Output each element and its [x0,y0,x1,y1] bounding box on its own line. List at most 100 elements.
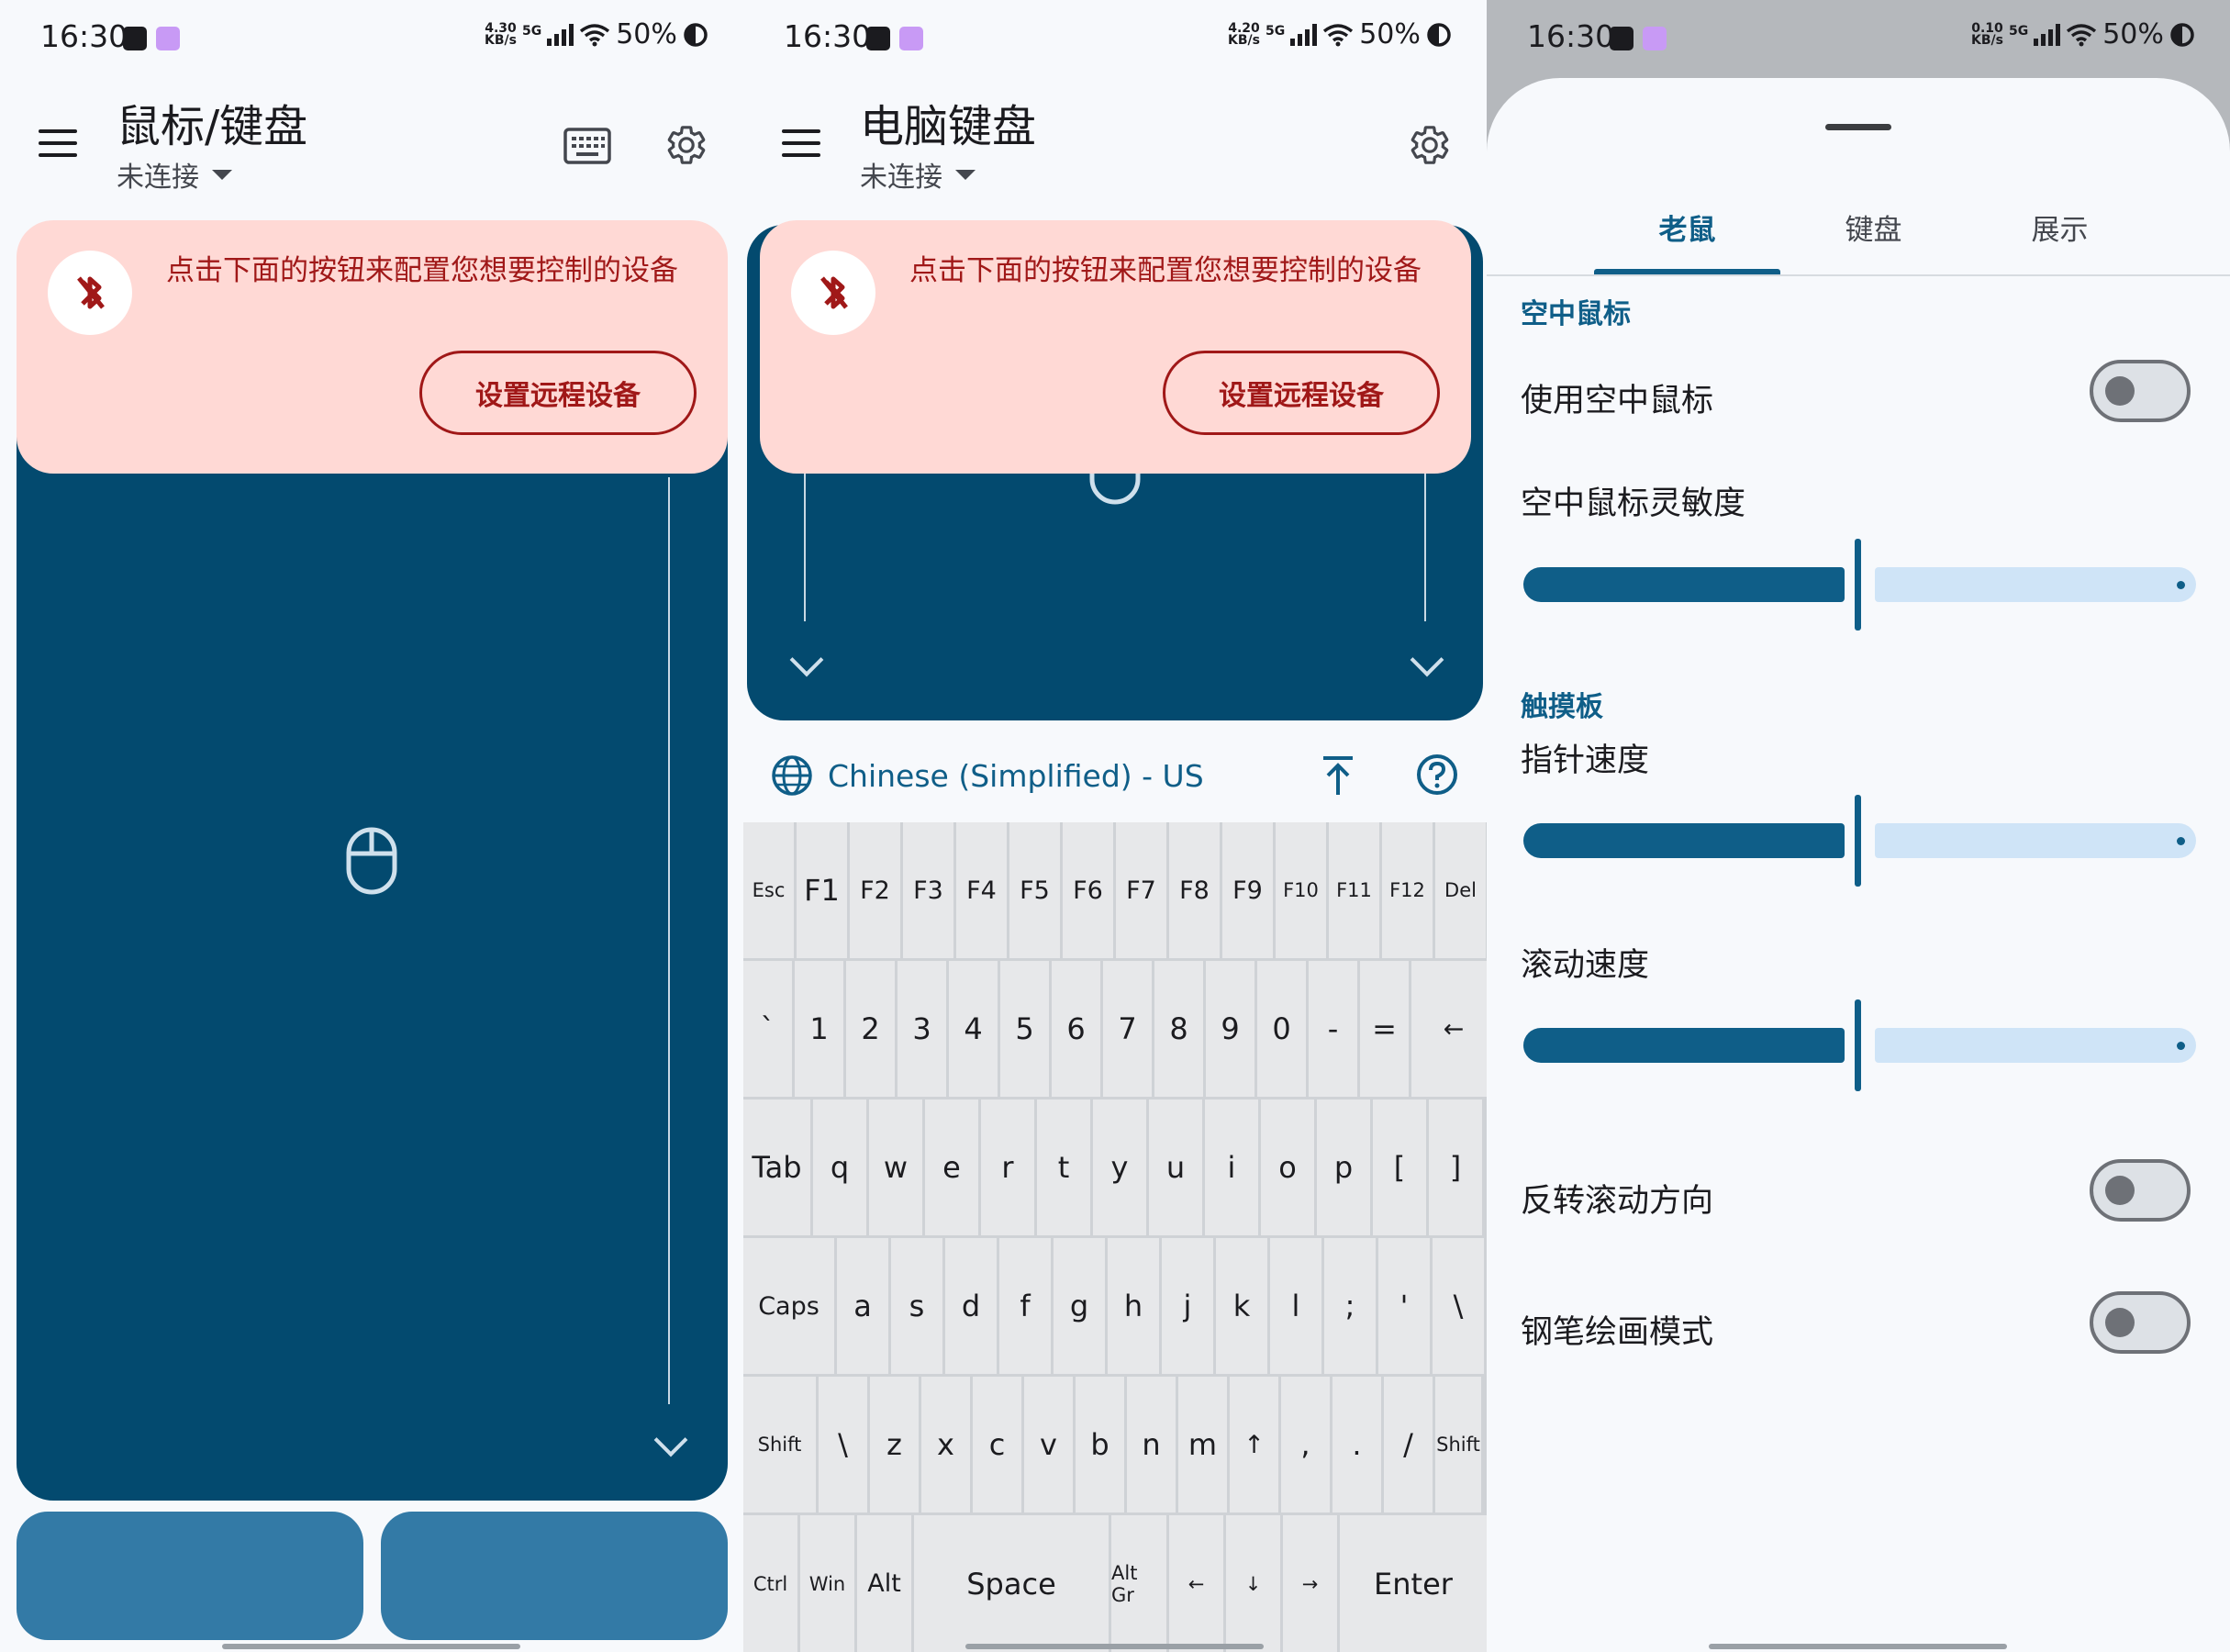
key-d[interactable]: d [945,1238,997,1374]
key-h[interactable]: h [1108,1238,1159,1374]
key-period[interactable]: . [1332,1377,1381,1512]
setup-remote-device-button[interactable]: 设置远程设备 [419,351,697,435]
key-j[interactable]: j [1162,1238,1213,1374]
key-n[interactable]: n [1127,1377,1176,1512]
setup-remote-device-button[interactable]: 设置远程设备 [1163,351,1440,435]
key-right-arrow[interactable]: → [1283,1515,1337,1652]
tab-mouse[interactable]: 老鼠 [1594,206,1780,248]
key-right-bracket[interactable]: ] [1429,1099,1482,1235]
key-minus[interactable]: - [1309,961,1357,1097]
language-selector[interactable]: Chinese (Simplified) - US [771,754,1204,797]
key-slash[interactable]: / [1384,1377,1433,1512]
slider-thumb[interactable] [1855,795,1861,887]
key-enter[interactable]: Enter [1340,1515,1487,1652]
key-backslash[interactable]: \ [1433,1238,1484,1374]
key-9[interactable]: 9 [1206,961,1254,1097]
key-1[interactable]: 1 [795,961,843,1097]
key-l[interactable]: l [1270,1238,1321,1374]
key-f2[interactable]: F2 [850,822,900,958]
key-f4[interactable]: F4 [956,822,1007,958]
key-f3[interactable]: F3 [903,822,953,958]
key-backslash-2[interactable]: \ [819,1377,867,1512]
key-del[interactable]: Del [1435,822,1486,958]
key-3[interactable]: 3 [898,961,946,1097]
key-esc[interactable]: Esc [743,822,794,958]
gear-icon[interactable] [1408,123,1452,167]
key-0[interactable]: 0 [1257,961,1306,1097]
scroll-strip-right[interactable] [1424,473,1426,621]
tab-keyboard[interactable]: 键盘 [1780,206,1967,248]
key-r[interactable]: r [981,1099,1034,1235]
key-f10[interactable]: F10 [1276,822,1326,958]
key-f1[interactable]: F1 [797,822,847,958]
key-8[interactable]: 8 [1154,961,1203,1097]
key-m[interactable]: m [1178,1377,1227,1512]
key-x[interactable]: x [921,1377,970,1512]
key-ctrl[interactable]: Ctrl [743,1515,797,1652]
key-i[interactable]: i [1205,1099,1258,1235]
key-up-arrow[interactable]: ↑ [1230,1377,1278,1512]
key-f7[interactable]: F7 [1116,822,1166,958]
key-win[interactable]: Win [800,1515,854,1652]
left-click-button[interactable] [17,1512,363,1640]
key-4[interactable]: 4 [949,961,998,1097]
key-b[interactable]: b [1076,1377,1124,1512]
upload-icon[interactable] [1320,754,1356,797]
gear-icon[interactable] [664,123,708,167]
scroll-strip-left[interactable] [804,473,806,621]
key-f12[interactable]: F12 [1382,822,1433,958]
key-f9[interactable]: F9 [1222,822,1273,958]
key-w[interactable]: w [869,1099,922,1235]
key-quote[interactable]: ' [1378,1238,1430,1374]
key-alt-gr[interactable]: Alt Gr [1111,1515,1166,1652]
tab-display[interactable]: 展示 [1967,206,2153,248]
key-y[interactable]: y [1093,1099,1146,1235]
key-alt[interactable]: Alt [857,1515,911,1652]
key-q[interactable]: q [813,1099,866,1235]
key-z[interactable]: z [870,1377,919,1512]
key-f[interactable]: f [999,1238,1051,1374]
key-f11[interactable]: F11 [1329,822,1379,958]
key-p[interactable]: p [1317,1099,1370,1235]
key-e[interactable]: e [925,1099,978,1235]
menu-icon[interactable] [782,129,820,157]
key-tab[interactable]: Tab [743,1099,810,1235]
key-a[interactable]: a [837,1238,888,1374]
key-f6[interactable]: F6 [1063,822,1113,958]
key-right-shift[interactable]: Shift [1435,1377,1481,1512]
key-backtick[interactable]: ` [743,961,792,1097]
touchpad[interactable] [17,395,728,1501]
key-6[interactable]: 6 [1052,961,1100,1097]
scroll-strip[interactable] [668,477,670,1404]
pen-mode-toggle[interactable] [2090,1291,2191,1354]
help-icon[interactable] [1415,753,1459,797]
slider-thumb[interactable] [1855,999,1861,1091]
connection-dropdown[interactable]: 未连接 [860,154,976,195]
key-s[interactable]: s [891,1238,942,1374]
invert-scroll-toggle[interactable] [2090,1159,2191,1222]
key-left-arrow[interactable]: ← [1169,1515,1223,1652]
key-g[interactable]: g [1054,1238,1105,1374]
key-down-arrow[interactable]: ↓ [1226,1515,1280,1652]
key-f8[interactable]: F8 [1169,822,1220,958]
use-air-mouse-toggle[interactable] [2090,360,2191,422]
key-f5[interactable]: F5 [1009,822,1060,958]
key-u[interactable]: u [1149,1099,1202,1235]
connection-dropdown[interactable]: 未连接 [117,154,232,195]
keyboard-icon[interactable] [563,128,611,164]
key-semicolon[interactable]: ; [1324,1238,1376,1374]
key-caps[interactable]: Caps [743,1238,834,1374]
key-o[interactable]: o [1261,1099,1314,1235]
key-7[interactable]: 7 [1103,961,1152,1097]
key-comma[interactable]: , [1281,1377,1330,1512]
key-k[interactable]: k [1216,1238,1267,1374]
right-click-button[interactable] [381,1512,728,1640]
key-t[interactable]: t [1037,1099,1090,1235]
key-left-bracket[interactable]: [ [1373,1099,1426,1235]
key-2[interactable]: 2 [846,961,895,1097]
key-c[interactable]: c [973,1377,1021,1512]
key-equals[interactable]: = [1360,961,1409,1097]
key-5[interactable]: 5 [1000,961,1049,1097]
key-backspace[interactable]: ← [1411,961,1487,1097]
key-space[interactable]: Space [914,1515,1109,1652]
